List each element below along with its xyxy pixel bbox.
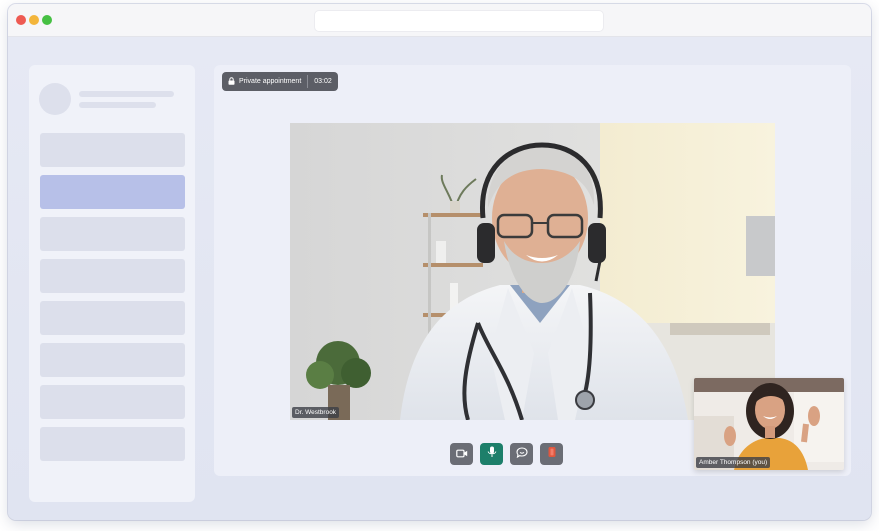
remote-video: Dr. Westbrook [290, 123, 775, 420]
local-participant-name: Amber Thompson (you) [696, 457, 771, 468]
end-call-button[interactable] [540, 443, 563, 465]
sidebar-item-1[interactable] [40, 133, 185, 167]
minimize-window-button[interactable] [29, 15, 39, 25]
sidebar-item-5[interactable] [40, 301, 185, 335]
lock-icon [228, 76, 235, 87]
call-panel: Private appointment 03:02 Dr. Westbrook … [214, 65, 851, 476]
sidebar-item-6[interactable] [40, 343, 185, 377]
badge-divider [307, 75, 309, 88]
sidebar-item-7[interactable] [40, 385, 185, 419]
browser-window: Private appointment 03:02 Dr. Westbrook … [8, 4, 871, 520]
address-bar[interactable] [314, 10, 604, 32]
appointment-badge: Private appointment 03:02 [222, 72, 338, 91]
avatar[interactable] [39, 83, 71, 115]
microphone-button[interactable] [480, 443, 503, 465]
self-video: Amber Thompson (you) [694, 378, 844, 470]
appointment-label: Private appointment [239, 78, 302, 85]
camera-button[interactable] [450, 443, 473, 465]
sidebar [29, 65, 195, 502]
profile-subtitle-placeholder [79, 102, 156, 108]
chat-icon [515, 445, 528, 463]
sidebar-item-2[interactable] [40, 175, 185, 209]
sidebar-item-3[interactable] [40, 217, 185, 251]
sidebar-item-4[interactable] [40, 259, 185, 293]
close-window-button[interactable] [16, 15, 26, 25]
title-bar [8, 4, 871, 37]
remote-participant-name: Dr. Westbrook [292, 407, 340, 418]
chat-button[interactable] [510, 443, 533, 465]
zoom-window-button[interactable] [42, 15, 52, 25]
microphone-icon [487, 445, 497, 463]
profile-name-placeholder [79, 91, 174, 97]
call-timer: 03:02 [314, 78, 332, 85]
remote-video-image [290, 123, 775, 420]
camera-icon [455, 445, 468, 463]
end-call-icon [547, 445, 557, 463]
sidebar-item-8[interactable] [40, 427, 185, 461]
